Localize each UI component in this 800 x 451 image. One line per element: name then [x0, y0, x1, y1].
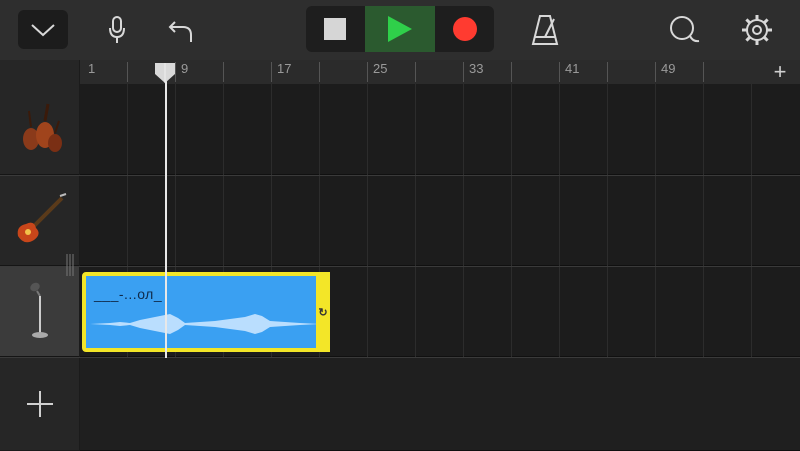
- region-name: ___-...ол_: [94, 286, 163, 302]
- violin-icon: [22, 103, 62, 152]
- gear-icon: [742, 15, 772, 45]
- loop-handle[interactable]: ↻: [316, 272, 330, 352]
- ruler-bar-label: 33: [469, 61, 484, 76]
- track-header-bass[interactable]: [0, 175, 79, 266]
- ruler-bar-label: 17: [277, 61, 292, 76]
- loop-browser-button[interactable]: [666, 12, 702, 48]
- undo-icon: [168, 21, 192, 42]
- transport-controls: [306, 6, 494, 52]
- playhead-icon: [155, 63, 175, 83]
- loop-browser-icon: [670, 16, 700, 43]
- track-header-strings[interactable]: [0, 84, 79, 175]
- menu-button[interactable]: [18, 10, 68, 49]
- metronome-icon: [531, 15, 559, 45]
- stop-button[interactable]: [306, 6, 364, 52]
- ruler-bar-label: 41: [565, 61, 580, 76]
- microphone-icon: [109, 16, 125, 43]
- microphone-stand-icon: [29, 282, 48, 338]
- ruler-bar-label: 49: [661, 61, 676, 76]
- ruler-bar-label: 1: [88, 61, 96, 76]
- microphone-button[interactable]: [104, 14, 130, 46]
- playhead-handle[interactable]: [154, 62, 176, 84]
- track-header-audio-recorder[interactable]: [0, 266, 79, 357]
- loop-icon: ↻: [318, 306, 328, 319]
- bass-guitar-icon: [17, 193, 66, 243]
- record-icon: [453, 17, 477, 41]
- plus-label: +: [773, 59, 787, 84]
- metronome-button[interactable]: [528, 12, 562, 48]
- play-icon: [388, 16, 412, 42]
- grip-icon: [66, 254, 74, 276]
- undo-button[interactable]: [166, 14, 196, 46]
- play-button[interactable]: [365, 6, 435, 52]
- timeline-ruler[interactable]: 1 9 17 25 33 41 49: [80, 60, 800, 84]
- waveform: [90, 314, 320, 334]
- ruler-bar-label: 25: [373, 61, 388, 76]
- settings-button[interactable]: [738, 11, 776, 49]
- add-track-button[interactable]: [0, 358, 79, 450]
- playhead-line: [165, 72, 167, 358]
- track-lane-bass[interactable]: [80, 175, 800, 266]
- resize-grip[interactable]: [66, 254, 74, 276]
- stop-icon: [324, 18, 346, 40]
- plus-icon: [26, 391, 53, 417]
- audio-region[interactable]: ___-...ол_ ↻: [82, 272, 330, 352]
- record-button[interactable]: [436, 6, 494, 52]
- add-section-button[interactable]: +: [760, 59, 800, 84]
- empty-lane-area[interactable]: [80, 357, 800, 451]
- track-lanes: [80, 84, 800, 451]
- ruler-bar-label: 9: [181, 61, 189, 76]
- toolbar: [0, 0, 800, 60]
- track-lane-strings[interactable]: [80, 84, 800, 175]
- chevron-down-icon: [31, 23, 55, 36]
